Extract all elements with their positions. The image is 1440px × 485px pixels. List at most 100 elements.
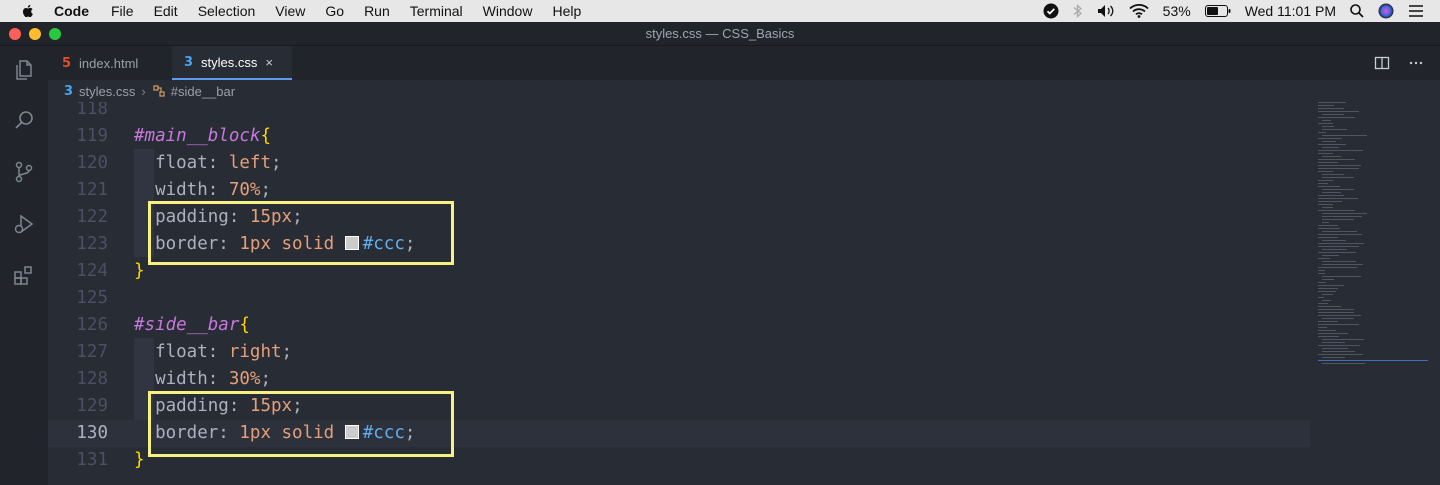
line-number: 129 xyxy=(76,396,108,416)
minimap-line xyxy=(1318,330,1336,331)
code-token: ; xyxy=(271,153,282,173)
minimap-line xyxy=(1318,183,1328,184)
code-text: width: 30%; xyxy=(134,366,271,393)
tab-label: styles.css xyxy=(201,54,258,70)
minimap-line xyxy=(1322,279,1334,280)
minimap-line xyxy=(1322,177,1354,178)
control-center-icon[interactable] xyxy=(1408,4,1424,18)
minimap-line xyxy=(1318,237,1338,238)
code-token: } xyxy=(134,261,145,281)
code-token: float xyxy=(134,342,208,362)
tab-styles-css[interactable]: 3 styles.css × xyxy=(172,46,292,80)
source-control-icon[interactable] xyxy=(10,158,38,186)
minimap-line xyxy=(1318,243,1364,244)
zoom-window-button[interactable] xyxy=(49,28,61,40)
minimap-line xyxy=(1322,255,1339,256)
menu-edit[interactable]: Edit xyxy=(154,3,178,19)
code-token: { xyxy=(260,126,271,146)
minimap-line xyxy=(1318,246,1359,247)
code-text: #side__bar{ xyxy=(134,312,250,339)
code-token: ; xyxy=(260,369,271,389)
code-line[interactable]: 125 xyxy=(48,285,1310,312)
minimap-line xyxy=(1322,213,1367,214)
minimap-line xyxy=(1318,303,1328,304)
close-window-button[interactable] xyxy=(9,28,21,40)
menu-terminal[interactable]: Terminal xyxy=(410,3,463,19)
minimize-window-button[interactable] xyxy=(29,28,41,40)
tab-label: index.html xyxy=(79,55,139,71)
code-token: 30% xyxy=(228,369,261,389)
menu-run[interactable]: Run xyxy=(364,3,390,19)
volume-icon[interactable] xyxy=(1097,4,1115,18)
code-token: right xyxy=(228,342,282,362)
tab-index-html[interactable]: 5 index.html xyxy=(56,46,172,80)
breadcrumb-file[interactable]: styles.css xyxy=(79,84,135,99)
minimap-line xyxy=(1318,171,1333,172)
line-number: 126 xyxy=(76,315,108,335)
apple-icon[interactable] xyxy=(20,3,36,19)
code-token: width xyxy=(134,180,208,200)
menu-view[interactable]: View xyxy=(275,3,305,19)
menu-file[interactable]: File xyxy=(111,3,134,19)
minimap-line xyxy=(1318,168,1359,169)
code-line[interactable]: 126 #side__bar{ xyxy=(48,312,1310,339)
menu-go[interactable]: Go xyxy=(325,3,344,19)
minimap-line xyxy=(1318,234,1362,235)
code-line[interactable]: 121 width: 70%; xyxy=(48,177,1310,204)
minimap-line xyxy=(1318,210,1355,211)
more-actions-icon[interactable] xyxy=(1408,55,1424,71)
code-line[interactable]: 118 xyxy=(48,102,1310,123)
wifi-icon[interactable] xyxy=(1129,4,1149,18)
minimap-line xyxy=(1318,195,1344,196)
menu-app-name[interactable]: Code xyxy=(54,3,89,19)
minimap-line xyxy=(1322,174,1344,175)
minimap-line xyxy=(1322,261,1356,262)
search-icon[interactable] xyxy=(10,106,38,134)
breadcrumb-symbol[interactable]: #side__bar xyxy=(171,84,235,99)
minimap-line xyxy=(1322,207,1333,208)
code-line[interactable]: 128 width: 30%; xyxy=(48,366,1310,393)
menu-clock[interactable]: Wed 11:01 PM xyxy=(1245,3,1336,19)
minimap-line xyxy=(1318,165,1361,166)
breadcrumb: 3 styles.css › #side__bar xyxy=(48,80,1440,102)
siri-icon[interactable] xyxy=(1378,3,1394,19)
code-line[interactable]: 120 float: left; xyxy=(48,150,1310,177)
menu-selection[interactable]: Selection xyxy=(198,3,256,19)
minimap[interactable] xyxy=(1318,102,1438,485)
editor-actions xyxy=(1374,46,1424,80)
minimap-line xyxy=(1318,321,1338,322)
minimap-line xyxy=(1318,225,1338,226)
minimap-line xyxy=(1318,228,1340,229)
shield-check-icon[interactable] xyxy=(1043,3,1059,19)
code-line[interactable]: 119 #main__block{ xyxy=(48,123,1310,150)
code-token: 70% xyxy=(228,180,261,200)
minimap-line xyxy=(1322,363,1365,364)
code-token: #main__block xyxy=(134,126,261,146)
split-editor-icon[interactable] xyxy=(1374,55,1390,71)
spotlight-search-icon[interactable] xyxy=(1350,4,1364,18)
battery-icon[interactable] xyxy=(1204,5,1231,17)
run-debug-icon[interactable] xyxy=(10,210,38,238)
code-token: } xyxy=(134,450,145,470)
code-text: float: right; xyxy=(134,339,292,366)
code-line[interactable]: 127 float: right; xyxy=(48,339,1310,366)
menu-help[interactable]: Help xyxy=(552,3,581,19)
extensions-icon[interactable] xyxy=(10,262,38,290)
close-tab-icon[interactable]: × xyxy=(265,55,273,70)
code-editor[interactable]: 118 119 #main__block{120 float: left; 121 w… xyxy=(48,102,1440,485)
minimap-line xyxy=(1322,264,1363,265)
line-number: 121 xyxy=(76,180,108,200)
minimap-line xyxy=(1322,339,1364,340)
highlight-box-side-bar xyxy=(148,391,454,457)
minimap-line xyxy=(1318,204,1333,205)
explorer-icon[interactable] xyxy=(10,56,38,84)
minimap-line xyxy=(1322,192,1341,193)
line-number: 118 xyxy=(76,102,108,119)
bluetooth-icon[interactable] xyxy=(1073,3,1083,19)
line-number: 120 xyxy=(76,153,108,173)
menu-window[interactable]: Window xyxy=(483,3,533,19)
minimap-line xyxy=(1318,144,1346,145)
macos-menu-bar: Code File Edit Selection View Go Run Ter… xyxy=(0,0,1440,22)
minimap-line xyxy=(1318,306,1341,307)
minimap-line xyxy=(1318,273,1325,274)
